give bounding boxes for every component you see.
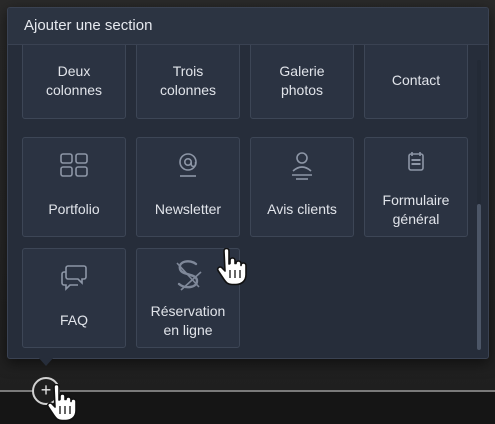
scrollbar-thumb[interactable] bbox=[477, 204, 481, 350]
section-card-label-line: colonnes bbox=[45, 82, 103, 98]
section-card-label-line: Portfolio bbox=[48, 201, 100, 217]
section-card-general-form[interactable]: Formulaire général bbox=[364, 137, 468, 237]
section-card-portfolio[interactable]: Portfolio bbox=[22, 137, 126, 237]
chat-bubbles-icon bbox=[23, 262, 125, 297]
section-grid: Deux colonnes Trois colonnes Galerie pho… bbox=[8, 45, 488, 358]
section-card-faq[interactable]: FAQ bbox=[22, 248, 126, 348]
section-card-label-line: Formulaire bbox=[382, 192, 450, 208]
at-sign-icon bbox=[137, 151, 239, 184]
section-card-label-line: photos bbox=[280, 82, 324, 98]
section-card-label-line: Réservation bbox=[150, 303, 226, 319]
section-card-label-line: colonnes bbox=[159, 82, 217, 98]
add-section-panel: Ajouter une section Deux colonnes Trois … bbox=[7, 7, 489, 359]
section-card-label-line: en ligne bbox=[163, 322, 213, 338]
user-review-icon bbox=[251, 150, 353, 185]
hand-pointer-cursor-icon bbox=[46, 384, 77, 422]
section-card-three-columns[interactable]: Trois colonnes bbox=[136, 45, 240, 119]
section-card-two-columns[interactable]: Deux colonnes bbox=[22, 45, 126, 119]
section-card-label-line: Newsletter bbox=[154, 201, 222, 217]
section-card-customer-reviews[interactable]: Avis clients bbox=[250, 137, 354, 237]
panel-header: Ajouter une section bbox=[8, 8, 488, 45]
section-card-contact[interactable]: Contact bbox=[364, 45, 468, 119]
section-card-photo-gallery[interactable]: Galerie photos bbox=[250, 45, 354, 119]
section-card-label-line: FAQ bbox=[59, 312, 88, 328]
section-card-label-line: Contact bbox=[391, 72, 441, 88]
section-card-label-line: Avis clients bbox=[267, 201, 337, 217]
hand-pointer-cursor-icon bbox=[216, 248, 247, 286]
section-card-label-line: Deux bbox=[57, 63, 91, 79]
section-card-newsletter[interactable]: Newsletter bbox=[136, 137, 240, 237]
panel-title: Ajouter une section bbox=[24, 17, 153, 34]
section-card-label-line: Galerie bbox=[279, 63, 325, 79]
panel-pointer-arrow bbox=[37, 356, 55, 366]
section-card-label-line: Trois bbox=[172, 63, 204, 79]
section-card-label-line: général bbox=[392, 211, 440, 227]
form-calendar-icon bbox=[365, 151, 467, 178]
grid-icon bbox=[23, 153, 125, 184]
